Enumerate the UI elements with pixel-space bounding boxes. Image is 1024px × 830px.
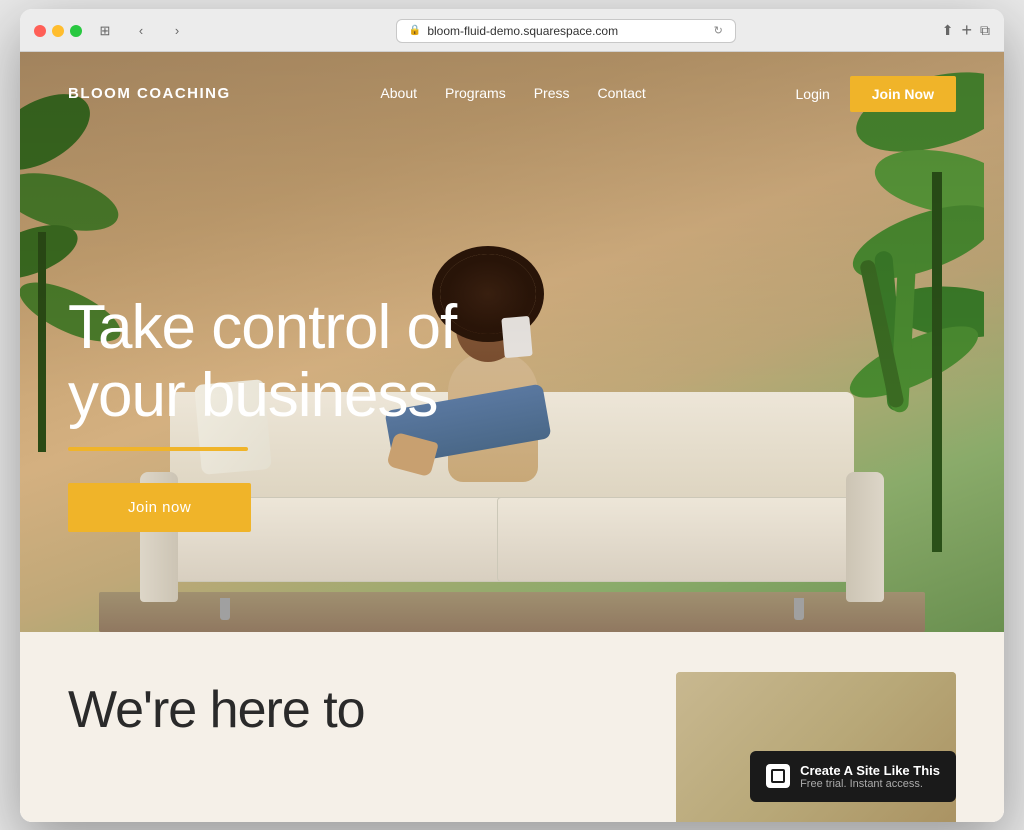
nav-link-contact[interactable]: Contact (598, 85, 646, 103)
squarespace-badge-text: Create A Site Like This Free trial. Inst… (800, 763, 940, 790)
hero-headline: Take control of your business (68, 294, 956, 430)
back-button[interactable]: ‹ (128, 21, 154, 41)
squarespace-badge-title: Create A Site Like This (800, 763, 940, 778)
nav-login-link[interactable]: Login (796, 86, 830, 102)
nav-join-button[interactable]: Join Now (850, 76, 956, 112)
hero-underline-decoration (68, 447, 248, 451)
maximize-button[interactable] (70, 25, 82, 37)
browser-window: ⊞ ‹ › 🔒 bloom-fluid-demo.squarespace.com… (20, 9, 1004, 822)
tabs-icon[interactable]: ⧉ (980, 22, 990, 39)
navbar: BLOOM COACHING About Programs Press Cont… (20, 52, 1004, 136)
squarespace-logo (766, 764, 790, 788)
traffic-lights (34, 25, 82, 37)
address-bar-wrapper: 🔒 bloom-fluid-demo.squarespace.com ↻ (200, 19, 932, 43)
hero-content: Take control of your business Join now (68, 294, 956, 531)
below-fold-heading: We're here to (68, 680, 365, 740)
website-content: BLOOM COACHING About Programs Press Cont… (20, 52, 1004, 822)
new-tab-icon[interactable]: + (961, 20, 972, 41)
reload-icon[interactable]: ↻ (714, 24, 723, 37)
hero-section: BLOOM COACHING About Programs Press Cont… (20, 52, 1004, 632)
nav-logo: BLOOM COACHING (68, 85, 231, 102)
nav-link-about[interactable]: About (380, 85, 417, 103)
browser-actions: ⬆ + ⧉ (942, 20, 990, 41)
nav-right: Login Join Now (796, 76, 957, 112)
nav-link-press[interactable]: Press (534, 85, 570, 103)
share-icon[interactable]: ⬆ (942, 22, 954, 39)
url-text: bloom-fluid-demo.squarespace.com (427, 24, 618, 38)
nav-link-press-anchor[interactable]: Press (534, 85, 570, 101)
browser-chrome: ⊞ ‹ › 🔒 bloom-fluid-demo.squarespace.com… (20, 9, 1004, 52)
address-bar[interactable]: 🔒 bloom-fluid-demo.squarespace.com ↻ (396, 19, 736, 43)
nav-link-about-anchor[interactable]: About (380, 85, 417, 101)
lock-icon: 🔒 (409, 25, 421, 36)
nav-link-programs-anchor[interactable]: Programs (445, 85, 506, 101)
below-fold-section: We're here to Create A Site Like This Fr… (20, 632, 1004, 822)
nav-links: About Programs Press Contact (380, 85, 645, 103)
hero-headline-line1: Take control of (68, 293, 456, 362)
nav-link-programs[interactable]: Programs (445, 85, 506, 103)
squarespace-badge[interactable]: Create A Site Like This Free trial. Inst… (750, 751, 956, 802)
nav-link-contact-anchor[interactable]: Contact (598, 85, 646, 101)
forward-button[interactable]: › (164, 21, 190, 41)
minimize-button[interactable] (52, 25, 64, 37)
hero-headline-line2: your business (68, 361, 438, 430)
sidebar-toggle-button[interactable]: ⊞ (92, 21, 118, 41)
close-button[interactable] (34, 25, 46, 37)
squarespace-logo-icon (771, 769, 785, 783)
hero-cta-button[interactable]: Join now (68, 483, 251, 532)
squarespace-badge-subtitle: Free trial. Instant access. (800, 778, 940, 790)
